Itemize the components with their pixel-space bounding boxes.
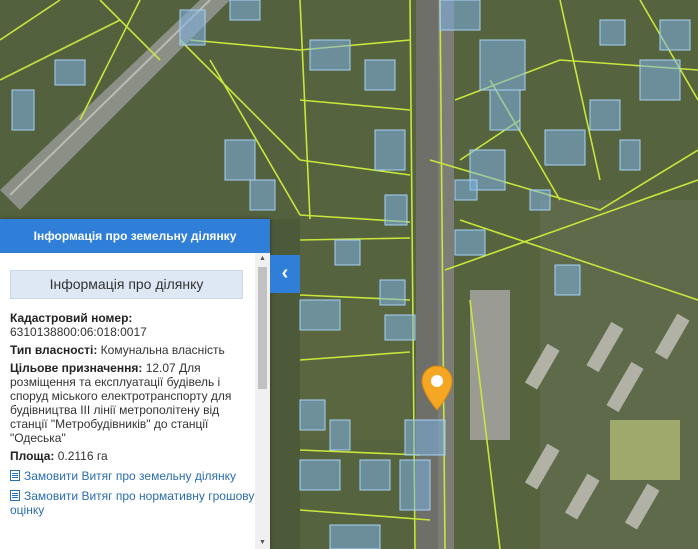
order-valuation-label: Замовити Витяг про нормативну грошову оц…	[10, 489, 255, 517]
parcel-details: Кадастровий номер: 6310138800:06:018:0017…	[10, 311, 255, 463]
cadastral-row: Кадастровий номер: 6310138800:06:018:0017	[10, 311, 247, 339]
purpose-label: Цільове призначення:	[10, 361, 143, 375]
order-extract-label: Замовити Витяг про земельну ділянку	[24, 469, 237, 483]
panel-scrollbar[interactable]: ▲ ▼	[255, 253, 270, 549]
collapse-panel-button[interactable]: ‹	[270, 255, 300, 293]
scroll-up-arrow-icon[interactable]: ▲	[255, 253, 270, 265]
scroll-down-arrow-icon[interactable]: ▼	[255, 537, 270, 549]
order-extract-link[interactable]: Замовити Витяг про земельну ділянку	[10, 469, 255, 483]
panel-header: Інформація про земельну ділянку	[0, 219, 270, 253]
panel-body: Інформація про ділянку Кадастровий номер…	[0, 253, 255, 549]
chevron-left-icon: ‹	[281, 262, 289, 284]
area-label: Площа:	[10, 449, 55, 463]
parcel-info-panel: Інформація про земельну ділянку Інформац…	[0, 219, 270, 549]
document-icon	[10, 470, 20, 481]
scroll-thumb[interactable]	[258, 267, 267, 389]
map-pin-icon[interactable]	[420, 365, 454, 411]
order-valuation-link[interactable]: Замовити Витяг про нормативну грошову оц…	[10, 489, 255, 517]
area-value: 0.2116 га	[57, 449, 108, 463]
section-title: Інформація про ділянку	[10, 270, 243, 299]
area-row: Площа: 0.2116 га	[10, 449, 247, 463]
document-icon	[10, 490, 20, 501]
ownership-label: Тип власності:	[10, 343, 98, 357]
ownership-row: Тип власності: Комунальна власність	[10, 343, 247, 357]
ownership-value: Комунальна власність	[100, 343, 225, 357]
purpose-row: Цільове призначення: 12.07 Для розміщенн…	[10, 361, 247, 445]
cadastral-value: 6310138800:06:018:0017	[10, 325, 147, 339]
cadastral-label: Кадастровий номер:	[10, 311, 133, 325]
